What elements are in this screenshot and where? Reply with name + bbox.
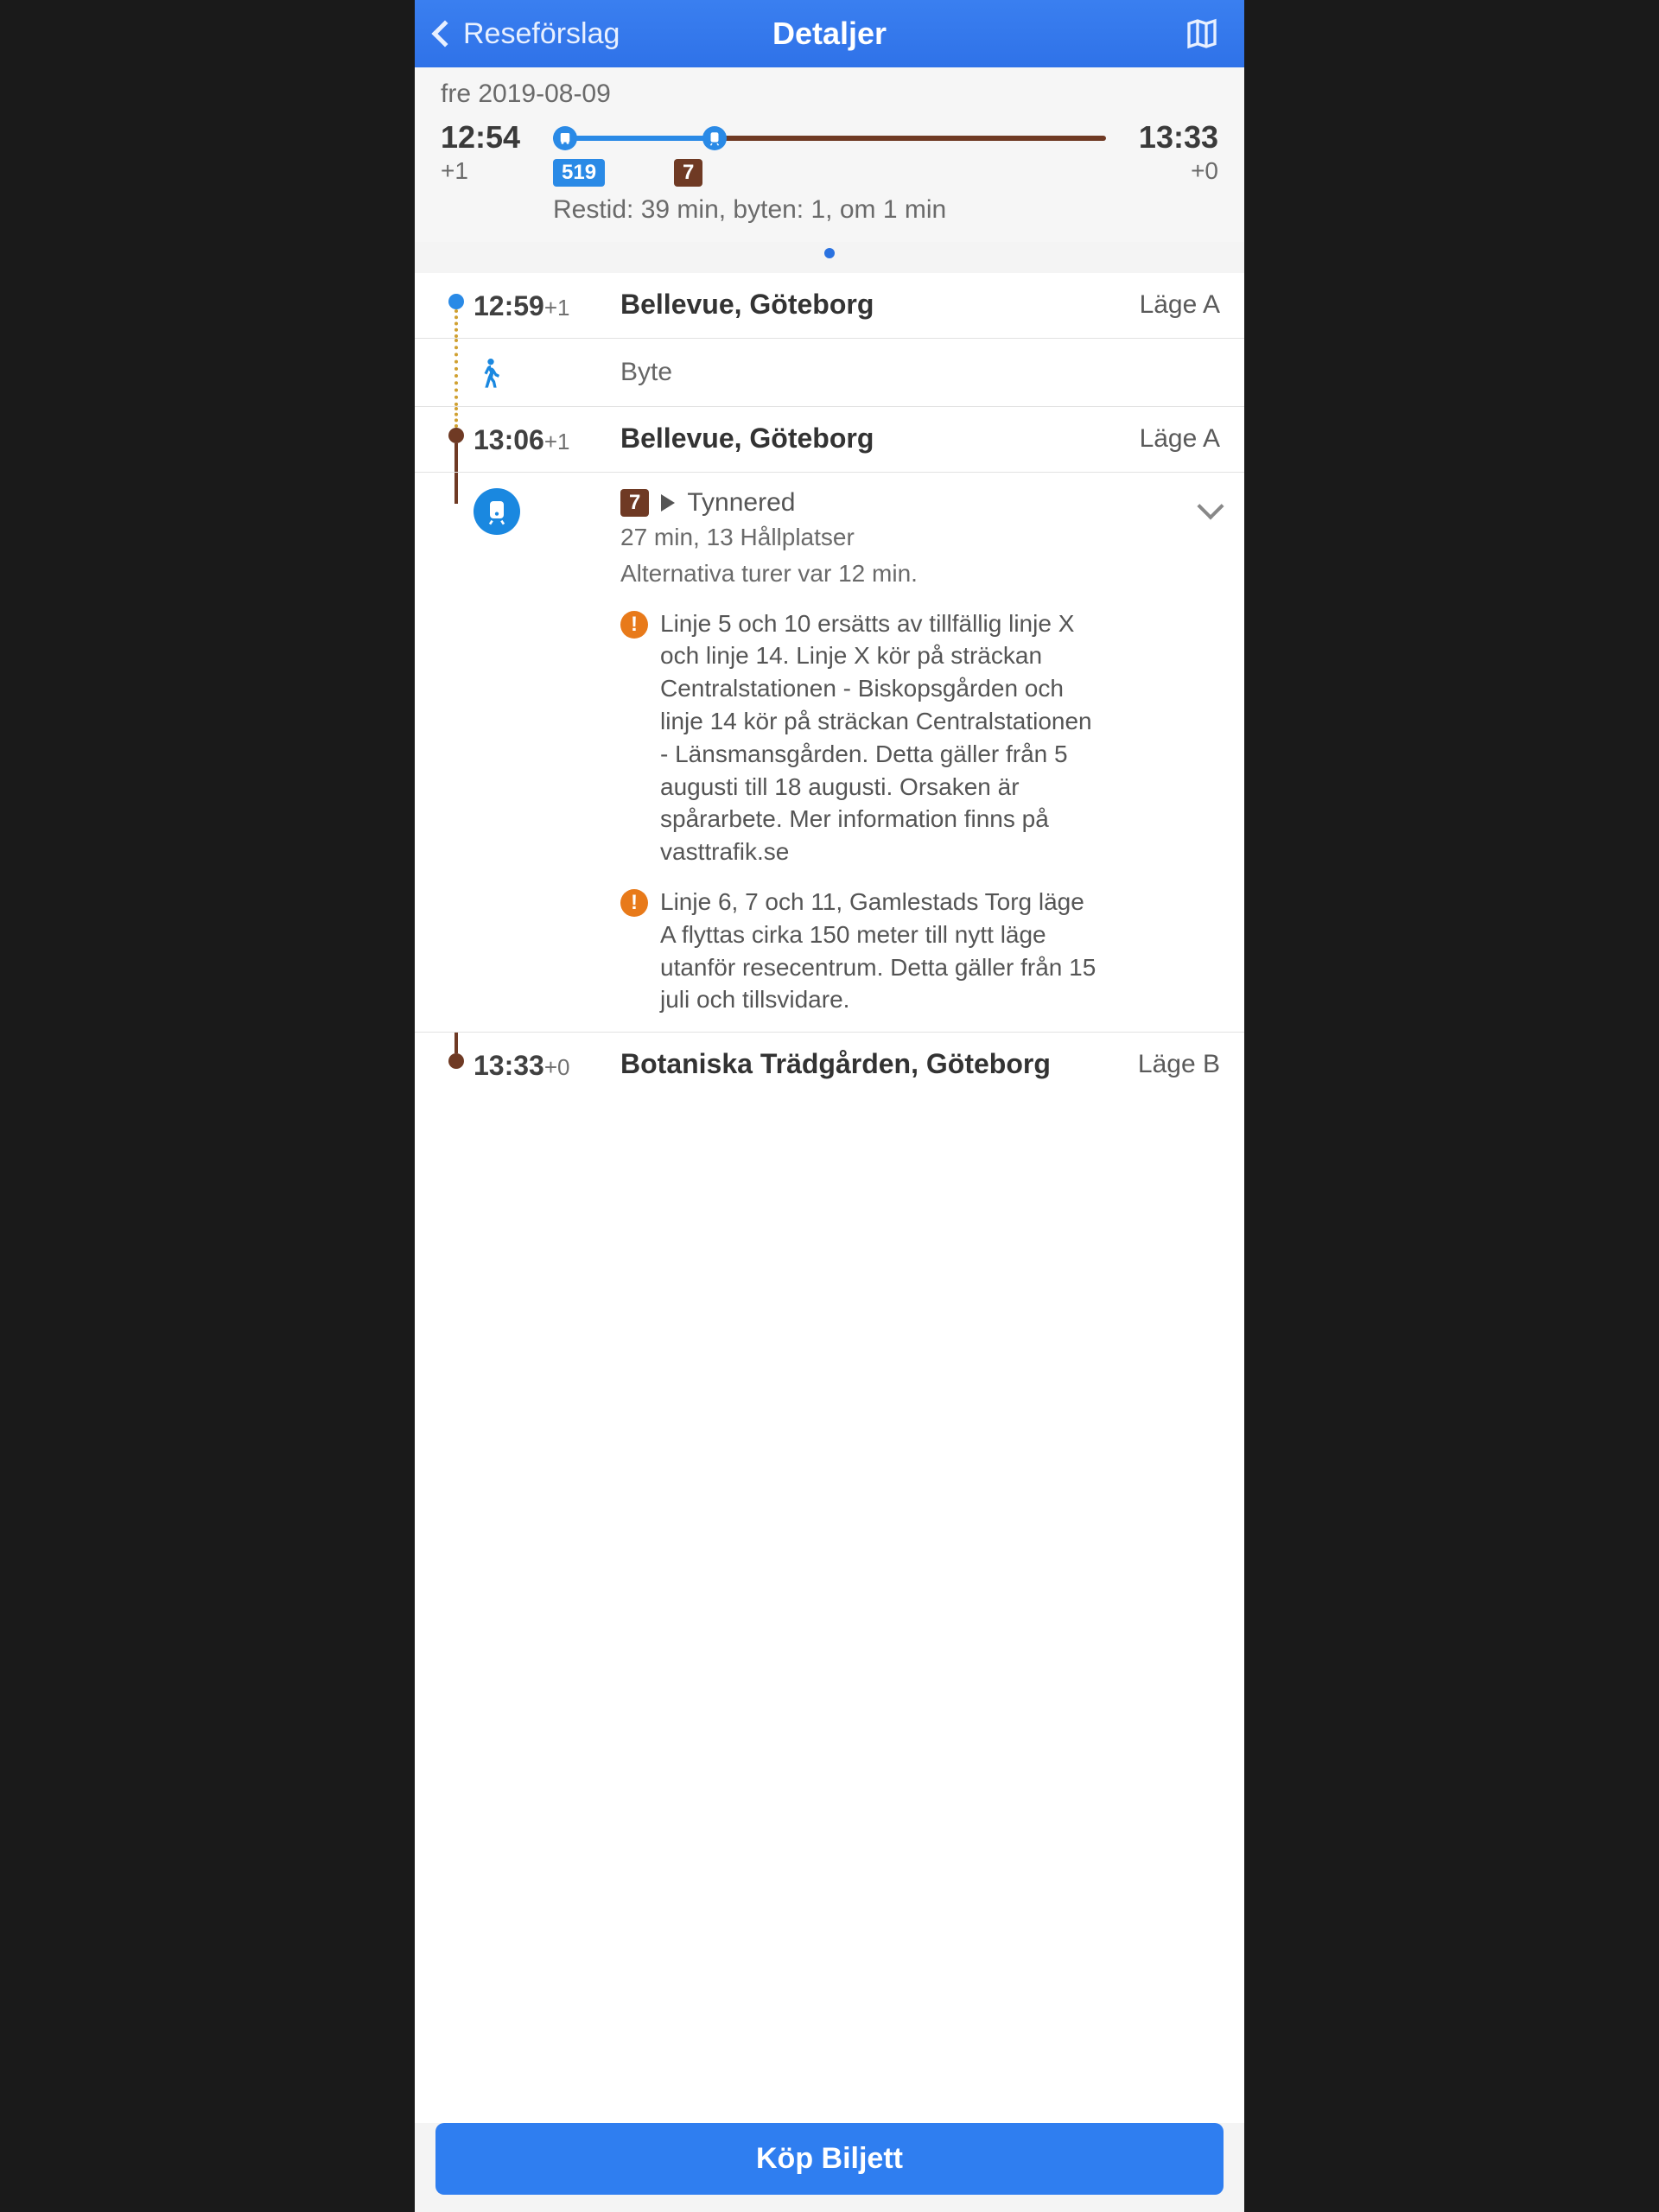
alert-icon: ! bbox=[620, 611, 648, 639]
nav-header: Reseförslag Detaljer bbox=[415, 0, 1244, 67]
chevron-down-icon[interactable] bbox=[1197, 493, 1224, 519]
leg-alternatives: Alternativa turer var 12 min. bbox=[620, 557, 1099, 590]
alert-icon: ! bbox=[620, 889, 648, 917]
tram-icon bbox=[702, 126, 727, 150]
buy-ticket-button[interactable]: Köp Biljett bbox=[435, 2123, 1224, 2195]
departure-delay: +1 bbox=[441, 157, 544, 185]
leg-row[interactable]: 7 Tynnered 27 min, 13 Hållplatser Altern… bbox=[415, 472, 1244, 1032]
stop-node-icon bbox=[448, 428, 464, 443]
stop-row[interactable]: 13:06+1 Bellevue, Göteborg Läge A bbox=[415, 406, 1244, 472]
summary-timeline: 519 7 Restid: 39 min, byten: 1, om 1 min bbox=[544, 119, 1115, 225]
service-alert[interactable]: ! Linje 5 och 10 ersätts av tillfällig l… bbox=[620, 607, 1099, 868]
bus-icon bbox=[553, 126, 577, 150]
stop-row[interactable]: 12:59+1 Bellevue, Göteborg Läge A bbox=[415, 273, 1244, 338]
service-alert[interactable]: ! Linje 6, 7 och 11, Gamlestads Torg läg… bbox=[620, 886, 1099, 1016]
transfer-label: Byte bbox=[620, 358, 672, 387]
map-button[interactable] bbox=[1180, 16, 1224, 51]
transfer-row: Byte bbox=[415, 338, 1244, 406]
trip-summary[interactable]: 12:54 +1 519 7 Restid: bbox=[415, 114, 1244, 242]
arrival-time: 13:33 bbox=[1115, 119, 1218, 156]
stop-position: Läge A bbox=[1108, 289, 1220, 322]
line-badge-519: 519 bbox=[553, 159, 605, 187]
stop-position: Läge B bbox=[1108, 1048, 1220, 1082]
arrival-delay: +0 bbox=[1115, 157, 1218, 185]
alert-text: Linje 5 och 10 ersätts av tillfällig lin… bbox=[660, 607, 1099, 868]
pager-dot-active bbox=[824, 248, 835, 258]
stop-node-icon bbox=[448, 294, 464, 309]
walk-icon bbox=[474, 356, 508, 391]
app-screen: Reseförslag Detaljer fre 2019-08-09 12:5… bbox=[415, 0, 1244, 2212]
back-label: Reseförslag bbox=[463, 17, 620, 51]
leg-header: 7 Tynnered bbox=[620, 488, 1099, 518]
stop-row[interactable]: 13:33+0 Botaniska Trädgården, Göteborg L… bbox=[415, 1032, 1244, 1097]
chevron-left-icon bbox=[431, 20, 458, 47]
stop-name: Bellevue, Göteborg bbox=[620, 423, 1099, 454]
back-button[interactable]: Reseförslag bbox=[435, 17, 620, 51]
arrow-right-icon bbox=[661, 494, 675, 512]
itinerary: 12:59+1 Bellevue, Göteborg Läge A Byte bbox=[415, 273, 1244, 2123]
stop-node-icon bbox=[448, 1053, 464, 1069]
stop-time: 13:33+0 bbox=[474, 1048, 620, 1082]
stop-name: Bellevue, Göteborg bbox=[620, 289, 1099, 321]
departure-time-block: 12:54 +1 bbox=[441, 119, 544, 185]
stop-time: 13:06+1 bbox=[474, 423, 620, 456]
departure-time: 12:54 bbox=[441, 119, 544, 156]
leg-direction: Tynnered bbox=[687, 488, 795, 518]
stop-position: Läge A bbox=[1108, 423, 1220, 456]
summary-info: Restid: 39 min, byten: 1, om 1 min bbox=[553, 195, 1106, 225]
tram-icon bbox=[474, 488, 520, 535]
line-badge-7: 7 bbox=[620, 489, 649, 517]
stop-name: Botaniska Trädgården, Göteborg bbox=[620, 1048, 1099, 1080]
trip-date: fre 2019-08-09 bbox=[415, 67, 1244, 114]
page-indicator bbox=[415, 242, 1244, 273]
leg-detail: 27 min, 13 Hållplatser bbox=[620, 521, 1099, 554]
line-badge-7: 7 bbox=[674, 159, 702, 187]
stop-time: 12:59+1 bbox=[474, 289, 620, 322]
arrival-time-block: 13:33 +0 bbox=[1115, 119, 1218, 185]
map-icon bbox=[1180, 16, 1224, 51]
alert-text: Linje 6, 7 och 11, Gamlestads Torg läge … bbox=[660, 886, 1099, 1016]
